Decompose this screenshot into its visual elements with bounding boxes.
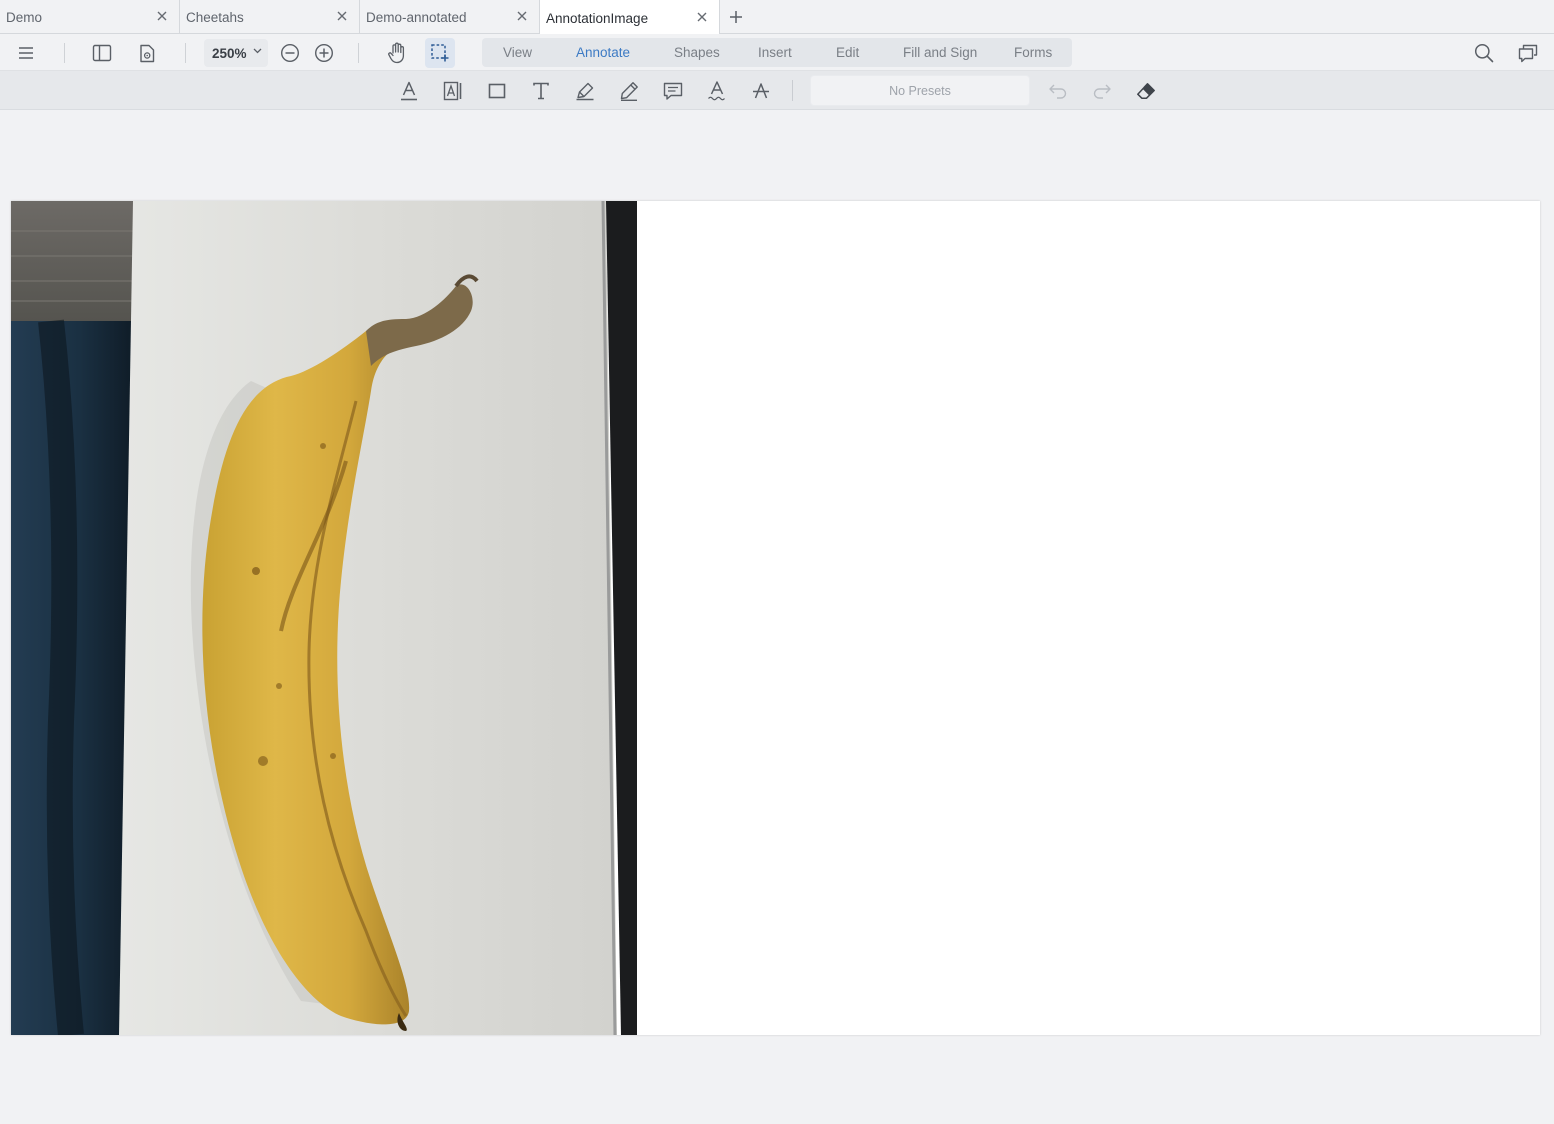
close-icon[interactable] <box>335 9 349 23</box>
annotate-toolbar: No Presets <box>0 71 1554 110</box>
toolbar-divider <box>185 43 186 63</box>
toolbar-divider <box>358 43 359 63</box>
freehand-pen-icon[interactable] <box>614 76 644 106</box>
eraser-icon[interactable] <box>1131 76 1161 106</box>
tab-label: Cheetahs <box>186 10 244 25</box>
tab-edit[interactable]: Edit <box>836 38 859 67</box>
zoom-out-icon[interactable] <box>275 38 305 68</box>
squiggly-text-icon[interactable] <box>702 76 732 106</box>
chevron-down-icon <box>253 48 262 54</box>
toolbar-divider <box>64 43 65 63</box>
highlight-pen-icon[interactable] <box>570 76 600 106</box>
tab-forms[interactable]: Forms <box>1014 38 1052 67</box>
tab-insert[interactable]: Insert <box>758 38 792 67</box>
document-page[interactable] <box>11 201 1540 1035</box>
region-select-icon[interactable] <box>425 38 455 68</box>
close-icon[interactable] <box>155 9 169 23</box>
tab-demo-annotated[interactable]: Demo-annotated <box>360 0 540 34</box>
redo-icon[interactable] <box>1087 76 1117 106</box>
close-icon[interactable] <box>515 9 529 23</box>
search-icon[interactable] <box>1469 38 1499 68</box>
comments-panel-icon[interactable] <box>1513 38 1543 68</box>
text-area-icon[interactable] <box>438 76 468 106</box>
pan-hand-icon[interactable] <box>382 38 412 68</box>
tab-annotate[interactable]: Annotate <box>576 38 630 67</box>
tab-view[interactable]: View <box>503 38 532 67</box>
presets-label: No Presets <box>889 83 951 98</box>
tab-label: Demo-annotated <box>366 10 467 25</box>
sidebar-panel-icon[interactable] <box>87 38 117 68</box>
tab-fill-and-sign[interactable]: Fill and Sign <box>903 38 977 67</box>
rectangle-shape-icon[interactable] <box>482 76 512 106</box>
zoom-level-select[interactable]: 250% <box>204 39 268 67</box>
tab-bar: Demo Cheetahs Demo-annotated AnnotationI… <box>0 0 1554 35</box>
tab-label: Demo <box>6 10 43 25</box>
plus-icon[interactable] <box>727 8 745 26</box>
banana-photo <box>11 201 637 1035</box>
tab-demo[interactable]: Demo <box>0 0 180 34</box>
presets-dropdown[interactable]: No Presets <box>810 75 1030 106</box>
close-icon[interactable] <box>695 10 709 24</box>
zoom-in-icon[interactable] <box>309 38 339 68</box>
strikeout-text-icon[interactable] <box>746 76 776 106</box>
tab-cheetahs[interactable]: Cheetahs <box>180 0 360 34</box>
free-text-icon[interactable] <box>526 76 556 106</box>
menu-icon[interactable] <box>11 38 41 68</box>
tab-annotationimage[interactable]: AnnotationImage <box>540 0 720 35</box>
tab-label: AnnotationImage <box>546 11 649 26</box>
tab-shapes[interactable]: Shapes <box>674 38 720 67</box>
ribbon-tabs: View Annotate Shapes Insert Edit Fill an… <box>482 38 1072 67</box>
underline-text-icon[interactable] <box>394 76 424 106</box>
undo-icon[interactable] <box>1043 76 1073 106</box>
toolbar-divider <box>792 80 793 101</box>
page-settings-icon[interactable] <box>132 38 162 68</box>
zoom-level-value: 250% <box>212 45 247 61</box>
main-toolbar: 250% View Annotate Shapes Insert Edit Fi… <box>0 34 1554 71</box>
comment-note-icon[interactable] <box>658 76 688 106</box>
